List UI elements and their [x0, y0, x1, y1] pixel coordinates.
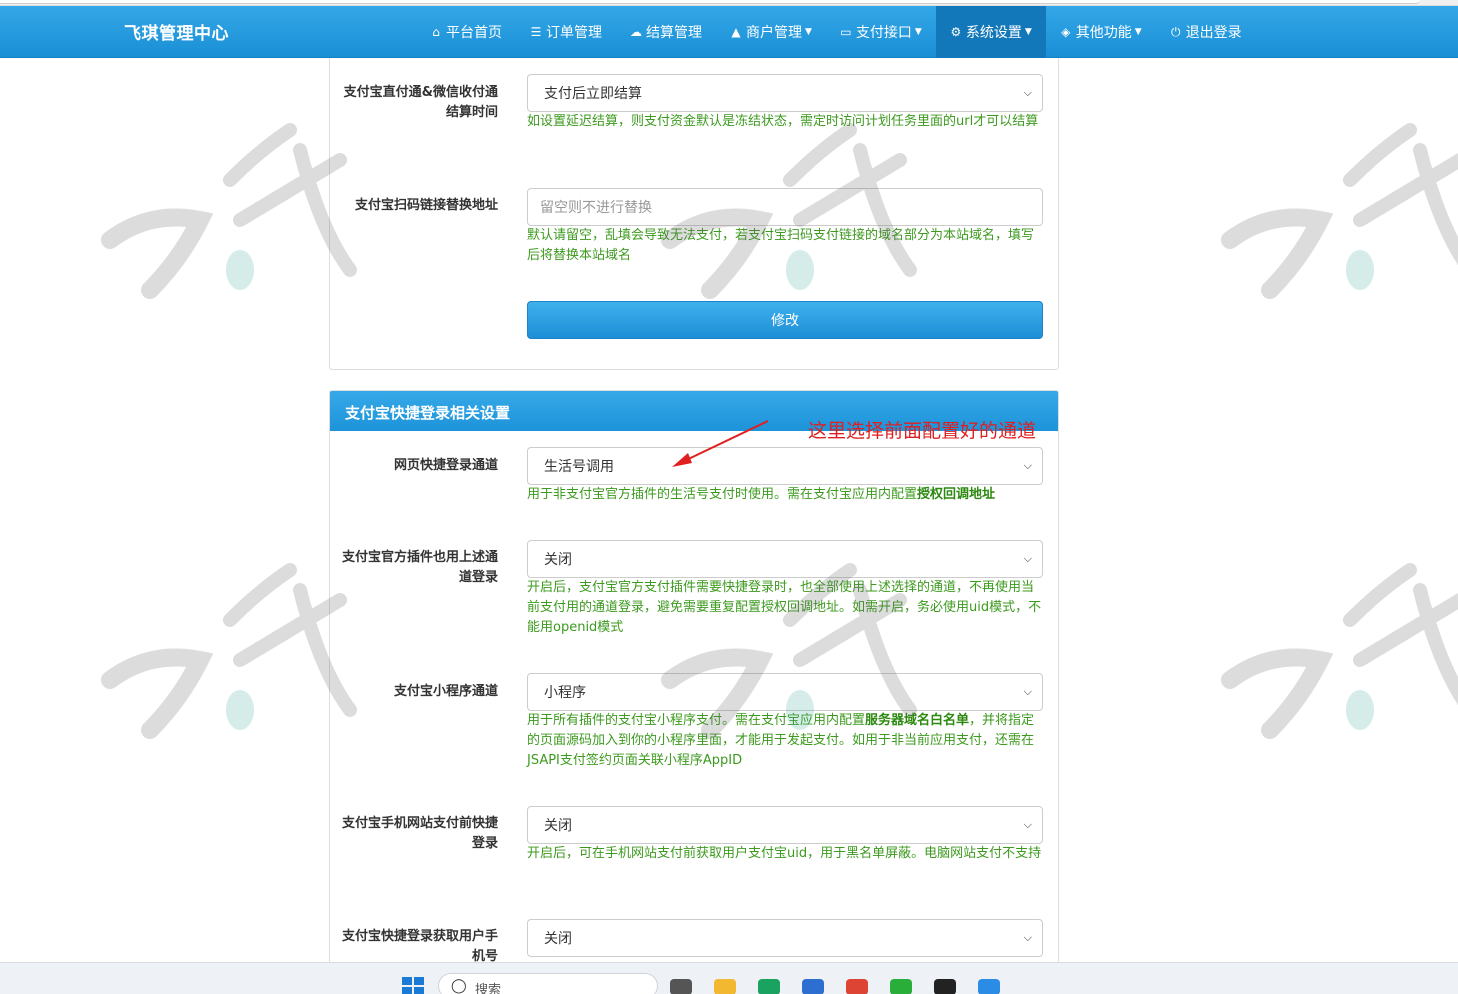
user-icon: ▲: [731, 25, 741, 39]
select-value: 关闭: [544, 931, 572, 947]
nav-item-label: 订单管理: [546, 25, 602, 41]
field-label: 支付宝快捷登录获取用户手机号: [341, 929, 498, 964]
official-plugin-login-select[interactable]: 关闭 ⌵: [527, 540, 1043, 578]
credit-card-icon: ▭: [840, 25, 852, 39]
browser-tab[interactable]: [0, 0, 1420, 4]
taskbar-search[interactable]: ◯ 搜索: [438, 973, 658, 994]
field-label: 支付宝手机网站支付前快捷登录: [341, 816, 498, 851]
field-help: 开启后，支付宝官方支付插件需要快捷登录时，也全部使用上述选择的通道，不再使用当前…: [527, 580, 1042, 635]
nav-item-label: 结算管理: [646, 25, 702, 41]
top-navbar: 飞琪管理中心 ⌂ 平台首页 ☰ 订单管理 ☁ 结算管理 ▲ 商户管理 ▼ ▭ 支…: [0, 6, 1458, 58]
settlement-settings-card: 支付宝直付通&微信收付通结算时间 支付后立即结算 ⌵ 如设置延迟结算，则支付资金…: [329, 58, 1059, 370]
search-placeholder: 搜索: [475, 983, 502, 994]
chrome-icon[interactable]: [846, 979, 868, 994]
settlement-time-select[interactable]: 支付后立即结算 ⌵: [527, 74, 1043, 112]
list-icon: ☰: [530, 25, 542, 39]
chevron-down-icon: ▼: [1024, 27, 1032, 37]
nav-item-merchants[interactable]: ▲ 商户管理 ▼: [716, 6, 826, 58]
get-phone-select[interactable]: 关闭 ⌵: [527, 919, 1043, 957]
web-login-channel-select[interactable]: 生活号调用 ⌵: [527, 447, 1043, 485]
mini-program-channel-select[interactable]: 小程序 ⌵: [527, 673, 1043, 711]
nav-item-label: 退出登录: [1185, 25, 1242, 41]
mobile-pre-login-select[interactable]: 关闭 ⌵: [527, 806, 1043, 844]
chevron-down-icon: ⌵: [1023, 552, 1032, 565]
field-label: 支付宝直付通&微信收付通结算时间: [343, 85, 498, 120]
field-help: 默认请留空，乱填会导致无法支付，若支付宝扫码支付链接的域名部分为本站域名，填写后…: [527, 228, 1035, 263]
submit-button[interactable]: 修改: [527, 301, 1043, 339]
select-value: 小程序: [544, 685, 586, 701]
field-label: 支付宝小程序通道: [393, 684, 498, 699]
nav-item-label: 支付接口: [855, 25, 912, 41]
nav-item-label: 其他功能: [1075, 25, 1132, 41]
nav-item-system-settings[interactable]: ⚙ 系统设置 ▼: [935, 6, 1046, 58]
search-icon: ◯: [451, 978, 467, 994]
chevron-down-icon: ⌵: [1023, 931, 1032, 944]
select-value: 关闭: [544, 818, 572, 834]
annotation-text: 这里选择前面配置好的通道: [808, 420, 1037, 442]
qq-icon[interactable]: [934, 979, 956, 994]
nav-item-other[interactable]: ◈ 其他功能 ▼: [1046, 6, 1156, 58]
chevron-down-icon: ⌵: [1023, 818, 1032, 831]
field-help: 用于非支付宝官方插件的生活号支付时使用。需在支付宝应用内配置授权回调地址: [527, 485, 1043, 505]
main-nav: ⌂ 平台首页 ☰ 订单管理 ☁ 结算管理 ▲ 商户管理 ▼ ▭ 支付接口 ▼ ⚙…: [416, 6, 1256, 58]
nav-item-orders[interactable]: ☰ 订单管理: [516, 6, 616, 58]
os-taskbar: ◯ 搜索: [0, 962, 1458, 994]
nav-item-label: 商户管理: [746, 25, 802, 41]
select-value: 关闭: [544, 552, 572, 568]
windows-start-icon[interactable]: [402, 977, 424, 994]
field-help: 开启后，可在手机网站支付前获取用户支付宝uid，用于黑名单屏蔽。电脑网站支付不支…: [527, 846, 1042, 861]
chevron-down-icon: ▼: [914, 27, 922, 37]
store-icon[interactable]: [802, 979, 824, 994]
gear-icon: ⚙: [950, 25, 962, 39]
nav-item-logout[interactable]: ⏻ 退出登录: [1156, 6, 1256, 58]
nav-item-label: 平台首页: [446, 25, 502, 41]
watermark-logo: [1221, 123, 1458, 299]
app-icon-arrow[interactable]: [978, 979, 1000, 994]
nav-item-home[interactable]: ⌂ 平台首页: [416, 6, 516, 58]
chevron-down-icon: ▼: [1134, 27, 1142, 37]
select-value: 生活号调用: [544, 459, 614, 475]
chevron-down-icon: ⌵: [1023, 86, 1032, 99]
edge-browser-icon[interactable]: [758, 979, 780, 994]
brand-title[interactable]: 飞琪管理中心: [124, 19, 229, 44]
home-icon: ⌂: [432, 25, 440, 39]
field-label: 支付宝扫码链接替换地址: [354, 198, 498, 213]
watermark-logo: [1221, 563, 1458, 739]
power-icon: ⏻: [1170, 24, 1181, 39]
help-text: 用于所有插件的支付宝小程序支付。需在支付宝应用内配置: [527, 713, 866, 728]
field-label: 网页快捷登录通道: [393, 458, 498, 473]
field-help: 如设置延迟结算，则支付资金默认是冻结状态，需定时访问计划任务里面的url才可以结…: [527, 114, 1039, 129]
help-emphasis: 授权回调地址: [917, 487, 996, 502]
qr-replace-url-input[interactable]: 留空则不进行替换: [527, 188, 1043, 226]
help-text: 用于非支付宝官方插件的生活号支付时使用。需在支付宝应用内配置: [527, 487, 918, 502]
chevron-down-icon: ▼: [805, 27, 812, 37]
field-label: 支付宝官方插件也用上述通道登录: [341, 550, 498, 585]
help-emphasis: 服务器域名白名单: [865, 713, 970, 728]
annotation-arrow: [672, 420, 769, 467]
select-value: 支付后立即结算: [544, 86, 642, 102]
input-placeholder: 留空则不进行替换: [540, 200, 652, 216]
folder-icon[interactable]: [714, 979, 736, 994]
wechat-icon[interactable]: [890, 979, 912, 994]
chevron-down-icon: ⌵: [1023, 459, 1032, 472]
nav-item-label: 系统设置: [965, 25, 1022, 41]
quick-login-settings-card: 支付宝快捷登录相关设置 网页快捷登录通道 生活号调用 ⌵ 用于非支付宝官方插件的…: [329, 390, 1059, 970]
cloud-icon: ☁: [630, 25, 642, 39]
field-help: 用于所有插件的支付宝小程序支付。需在支付宝应用内配置服务器域名白名单，并将指定的…: [527, 711, 1043, 771]
chevron-down-icon: ⌵: [1023, 685, 1032, 698]
nav-item-settlement[interactable]: ☁ 结算管理: [616, 6, 716, 58]
nav-item-payment-api[interactable]: ▭ 支付接口 ▼: [826, 6, 936, 58]
cube-icon: ◈: [1061, 25, 1071, 39]
app-icon-terminal[interactable]: [670, 979, 692, 994]
